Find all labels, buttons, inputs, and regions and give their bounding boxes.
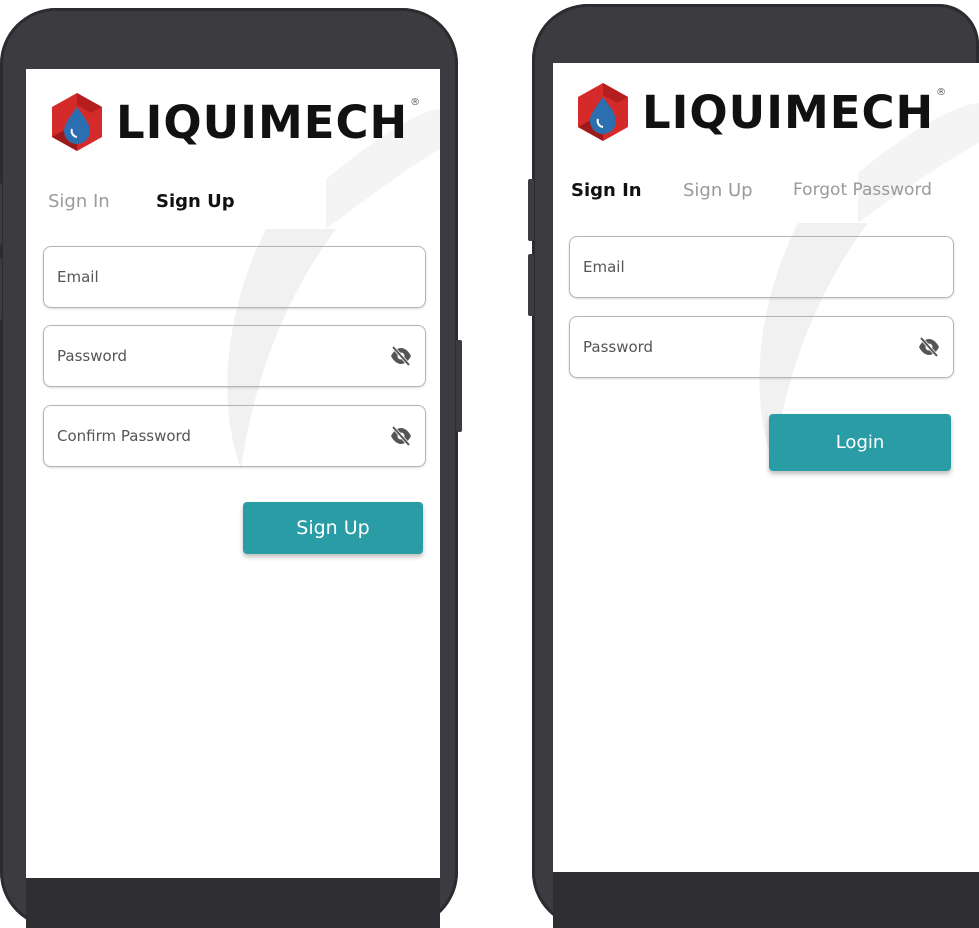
confirm-password-field[interactable]: Confirm Password: [43, 405, 426, 467]
password-placeholder: Password: [57, 347, 128, 365]
navigation-bar: [26, 878, 440, 928]
password-placeholder: Password: [583, 338, 654, 356]
eye-off-icon[interactable]: [917, 336, 941, 358]
password-field[interactable]: Password: [43, 325, 426, 387]
signup-screen: LIQUIMECH ® Sign In Sign Up Email Passwo…: [26, 69, 440, 928]
brand-logo: LIQUIMECH ®: [572, 81, 946, 143]
volume-button: [528, 254, 534, 316]
email-field[interactable]: Email: [43, 246, 426, 308]
volume-button: [0, 258, 2, 320]
email-placeholder: Email: [57, 268, 99, 286]
liquimech-hexagon-logo-icon: [578, 83, 628, 141]
signin-screen: LIQUIMECH ® Sign In Sign Up Forgot Passw…: [553, 63, 979, 928]
tab-sign-up[interactable]: Sign Up: [156, 191, 235, 212]
password-field[interactable]: Password: [569, 316, 954, 378]
phone-frame-signup: LIQUIMECH ® Sign In Sign Up Email Passwo…: [0, 8, 462, 928]
power-button: [456, 340, 462, 432]
volume-button: [0, 183, 2, 245]
volume-button: [528, 179, 534, 241]
eye-off-icon[interactable]: [389, 425, 413, 447]
registered-mark: ®: [936, 87, 947, 98]
login-button[interactable]: Login: [769, 414, 951, 471]
eye-off-icon[interactable]: [389, 345, 413, 367]
tab-sign-in[interactable]: Sign In: [48, 191, 110, 212]
email-field[interactable]: Email: [569, 236, 954, 298]
navigation-bar: [553, 872, 979, 928]
brand-logo: LIQUIMECH ®: [46, 91, 420, 153]
liquimech-hexagon-logo-icon: [52, 93, 102, 151]
confirm-password-placeholder: Confirm Password: [57, 427, 191, 445]
tab-sign-up[interactable]: Sign Up: [683, 180, 753, 201]
phone-frame-signin: LIQUIMECH ® Sign In Sign Up Forgot Passw…: [528, 4, 979, 928]
brand-wordmark: LIQUIMECH: [116, 95, 409, 149]
email-placeholder: Email: [583, 258, 625, 276]
tab-sign-in[interactable]: Sign In: [571, 180, 642, 201]
sign-up-button[interactable]: Sign Up: [243, 502, 423, 554]
brand-wordmark: LIQUIMECH: [642, 85, 935, 139]
registered-mark: ®: [410, 97, 421, 108]
tab-forgot-password[interactable]: Forgot Password: [793, 180, 932, 200]
